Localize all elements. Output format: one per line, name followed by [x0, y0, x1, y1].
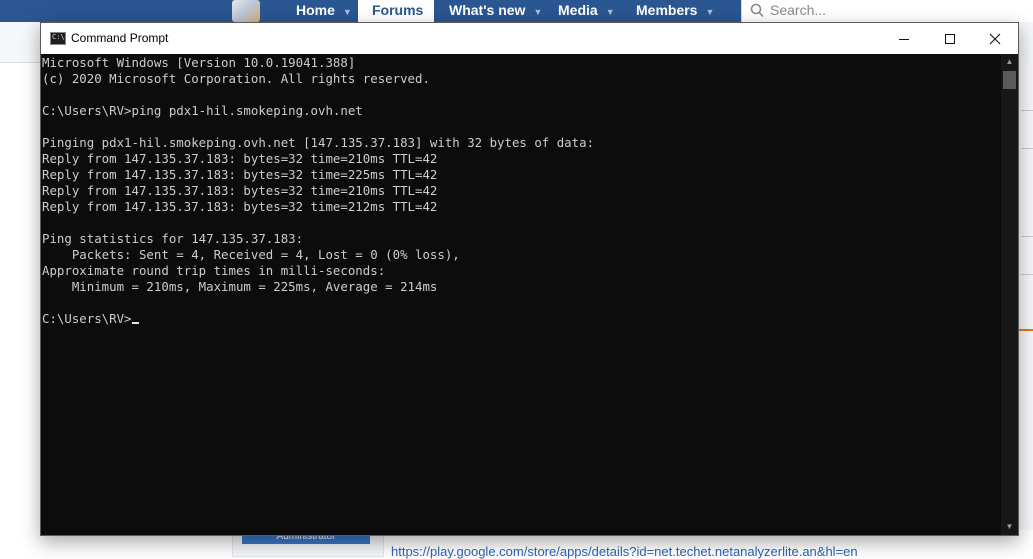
- nav-item-whats-new[interactable]: What's new ▼: [449, 0, 542, 22]
- terminal-line: Approximate round trip times in milli-se…: [42, 263, 386, 278]
- search-placeholder: Search...: [770, 2, 827, 18]
- chevron-down-icon[interactable]: ▼: [343, 7, 352, 17]
- maximize-icon: [945, 34, 955, 45]
- terminal-line: Minimum = 210ms, Maximum = 225ms, Averag…: [42, 279, 438, 294]
- terminal-line: Reply from 147.135.37.183: bytes=32 time…: [42, 151, 438, 166]
- text-cursor: [131, 322, 139, 324]
- window-title: Command Prompt: [71, 31, 169, 45]
- maximize-button[interactable]: [927, 23, 973, 54]
- divider: [1019, 329, 1033, 331]
- nav-item-forums[interactable]: Forums: [358, 0, 434, 22]
- forum-logo-icon[interactable]: [232, 0, 260, 22]
- chevron-down-icon[interactable]: ▼: [606, 7, 615, 17]
- external-link[interactable]: https://play.google.com/store/apps/detai…: [391, 544, 951, 559]
- terminal-line: Reply from 147.135.37.183: bytes=32 time…: [42, 183, 438, 198]
- terminal-line: Ping statistics for 147.135.37.183:: [42, 231, 304, 246]
- terminal-line: Pinging pdx1-hil.smokeping.ovh.net [147.…: [42, 135, 595, 150]
- nav-item-media[interactable]: Media ▼: [558, 0, 615, 22]
- nav-item-home[interactable]: Home ▼: [296, 0, 352, 22]
- divider: [1021, 274, 1033, 275]
- terminal-line: Reply from 147.135.37.183: bytes=32 time…: [42, 199, 438, 214]
- window-titlebar[interactable]: C:\ Command Prompt: [41, 23, 1018, 54]
- terminal-line: Microsoft Windows [Version 10.0.19041.38…: [42, 55, 356, 70]
- close-icon: [989, 33, 1001, 45]
- scroll-down-icon[interactable]: ▼: [1001, 519, 1018, 535]
- search-icon: [750, 3, 764, 18]
- terminal-line: C:\Users\RV>ping pdx1-hil.smokeping.ovh.…: [42, 103, 363, 118]
- minimize-button[interactable]: [881, 23, 927, 54]
- nav-item-members[interactable]: Members ▼: [636, 0, 714, 22]
- page-right-column: [1019, 62, 1033, 532]
- terminal-line: Reply from 147.135.37.183: bytes=32 time…: [42, 167, 438, 182]
- close-button[interactable]: [972, 23, 1018, 54]
- vertical-scrollbar[interactable]: ▲ ▼: [1001, 54, 1018, 535]
- nav-item-label: Members: [636, 2, 698, 18]
- forum-navbar: Home ▼ Forums What's new ▼ Media ▼ Members ▼…: [0, 0, 1033, 22]
- terminal-line: Packets: Sent = 4, Received = 4, Lost = …: [42, 247, 460, 262]
- divider: [1021, 110, 1033, 111]
- chevron-down-icon[interactable]: ▼: [533, 7, 542, 17]
- nav-item-label: What's new: [449, 2, 526, 18]
- divider: [1021, 148, 1033, 149]
- minimize-icon: [899, 39, 909, 41]
- chevron-down-icon[interactable]: ▼: [705, 7, 714, 17]
- divider: [1021, 236, 1033, 237]
- nav-item-label: Home: [296, 2, 335, 18]
- cmd-icon: C:\: [50, 32, 66, 45]
- terminal-output[interactable]: Microsoft Windows [Version 10.0.19041.38…: [41, 54, 1001, 535]
- command-prompt-window: C:\ Command Prompt Microsoft Windows [Ve…: [40, 22, 1019, 536]
- scrollbar-thumb[interactable]: [1003, 71, 1016, 89]
- nav-item-label: Forums: [372, 2, 424, 18]
- terminal-prompt-line[interactable]: C:\Users\RV>: [42, 311, 1001, 327]
- scroll-up-icon[interactable]: ▲: [1001, 54, 1018, 70]
- terminal-line: (c) 2020 Microsoft Corporation. All righ…: [42, 71, 430, 86]
- command-prompt: C:\Users\RV>: [42, 311, 132, 326]
- nav-item-label: Media: [558, 2, 598, 18]
- search-input[interactable]: Search...: [741, 0, 1033, 22]
